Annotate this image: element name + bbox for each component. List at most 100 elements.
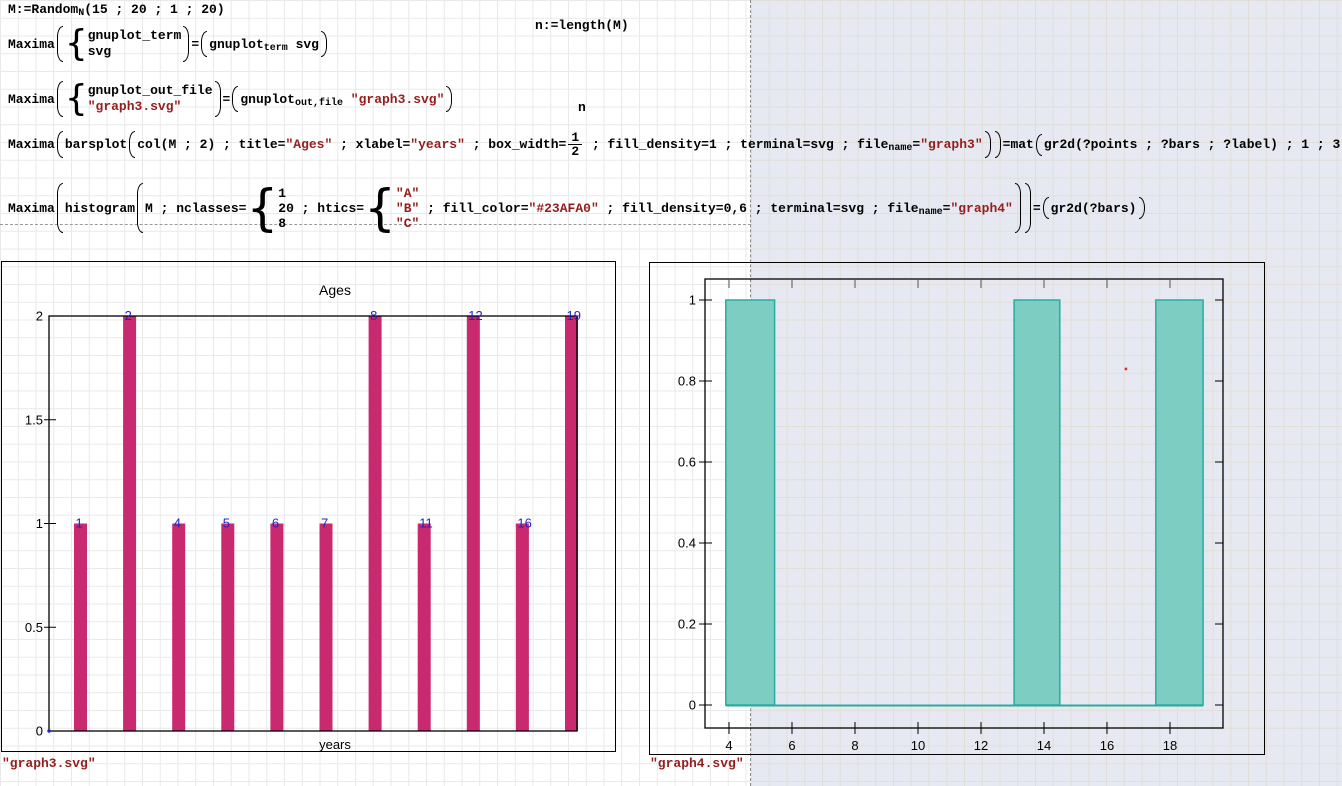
plot-box [705,279,1223,728]
subscript: name [919,207,943,218]
svg-text:0.5: 0.5 [25,620,43,635]
x-axis-ticks: 4681012141618 [725,279,1177,753]
formula-n-eval[interactable]: n [578,100,586,115]
string-token: "years" [410,137,465,152]
svg-text:16: 16 [1100,738,1114,753]
stray-point [1125,368,1128,371]
result-token: =mat [1003,137,1034,152]
svg-text:6: 6 [272,516,279,531]
token: n [578,100,586,115]
paren-left [57,131,63,158]
svg-text:7: 7 [321,516,328,531]
svg-text:6: 6 [788,738,795,753]
formula-random-def[interactable]: M:=Random N (15 ; 20 ; 1 ; 20) [8,2,225,17]
svg-text:1: 1 [76,516,83,531]
function-name: histogram [65,201,135,216]
string-token: "graph3.svg" [343,92,444,107]
paren-left [57,26,63,62]
svg-text:0: 0 [36,724,43,739]
svg-text:14: 14 [1037,738,1051,753]
paren-left [1036,134,1042,156]
token: col(M ; 2) ; title= [137,137,285,152]
system-row: gnuplot_out_file [88,83,213,99]
paren-left [232,86,238,112]
maxima-keyword: Maxima [8,37,55,52]
token: svg [288,37,319,52]
string-token: "Ages" [285,137,332,152]
system-row: gnuplot_term [88,28,182,44]
system-row: 8 [278,216,294,231]
system-row-string: "C" [396,216,419,231]
svg-text:2: 2 [125,308,132,323]
token: ; fill_color= [419,201,528,216]
token: n:=length(M) [535,18,629,33]
string-token: "#23AFA0" [529,201,599,216]
formula-histogram[interactable]: Maxima histogram M ; nclasses= { 1 20 8 … [8,183,1147,233]
system-brace: { [364,183,396,233]
origin-point [47,729,50,732]
string-token: "graph3" [920,137,982,152]
equals-op: = [191,37,199,52]
svg-text:10: 10 [911,738,925,753]
subscript: name [888,143,912,154]
system-row: 1 [278,186,294,201]
histogram-chart[interactable]: 468101214161800.20.40.60.81 [649,262,1265,755]
formula-gnuplot-term[interactable]: Maxima { gnuplot_term svg = gnuplot term… [8,26,329,62]
barsplot-chart[interactable]: 00.511.52124567811121619Agesyears [1,261,616,752]
paren-left [1043,197,1049,219]
formula-n-def[interactable]: n:=length(M) [535,18,629,33]
chart-title: Ages [319,282,351,298]
paren-left [57,81,63,117]
system-rows: "A" "B" "C" [396,186,419,231]
paren-right [446,86,452,112]
maxima-keyword: Maxima [8,201,55,216]
system-row: 20 [278,201,294,216]
equals-op: = [223,92,231,107]
bar-value-labels: 124567811121619 [76,308,581,531]
paren-right [1139,197,1145,219]
bars [726,300,1203,705]
fraction: 1 2 [568,131,582,158]
y-axis-ticks: 00.511.52 [25,309,56,739]
svg-text:16: 16 [517,516,531,531]
token: ; fill_density=1 ; terminal=svg ; file [584,137,888,152]
system-rows: gnuplot_term svg [88,28,182,60]
paren-right [995,131,1001,158]
token: gnuplot [209,37,264,52]
paren-right [321,31,327,57]
token: = [912,137,920,152]
system-row-string: "A" [396,186,419,201]
paren-left [201,31,207,57]
result-token: = [1033,201,1041,216]
paren-right [985,131,991,158]
system-brace: { [65,81,88,117]
function-name: barsplot [65,137,127,152]
svg-text:0.8: 0.8 [678,374,696,389]
plot-result-string: "graph3.svg" [2,756,96,771]
token: ; fill_density=0,6 ; terminal=svg ; file [599,201,919,216]
paren-right [183,26,189,62]
subscript: N [78,8,84,19]
paren-left [137,183,143,233]
token: gnuplot [240,92,295,107]
fraction-numerator: 1 [568,131,582,144]
system-rows: gnuplot_out_file "graph3.svg" [88,83,213,115]
formula-barsplot[interactable]: Maxima barsplot col(M ; 2) ; title= "Age… [8,131,1342,158]
svg-text:11: 11 [419,516,433,531]
plot-result-string: "graph4.svg" [650,756,744,771]
x-axis-label: years [319,737,351,752]
system-row-string: "B" [396,201,419,216]
result-token: gr2d(?points ; ?bars ; ?label) ; 1 ; 3 [1044,137,1340,152]
maxima-keyword: Maxima [8,92,55,107]
paren-left [57,183,63,233]
fraction-denominator: 2 [568,144,582,158]
system-brace: { [65,26,88,62]
system-row: svg [88,44,182,60]
system-brace: { [246,183,278,233]
system-rows: 1 20 8 [278,186,294,231]
token: ; htics= [294,201,364,216]
token: M ; nclasses= [145,201,246,216]
string-token: "graph4" [950,201,1012,216]
formula-gnuplot-out-file[interactable]: Maxima { gnuplot_out_file "graph3.svg" =… [8,81,454,117]
paren-right [215,81,221,117]
